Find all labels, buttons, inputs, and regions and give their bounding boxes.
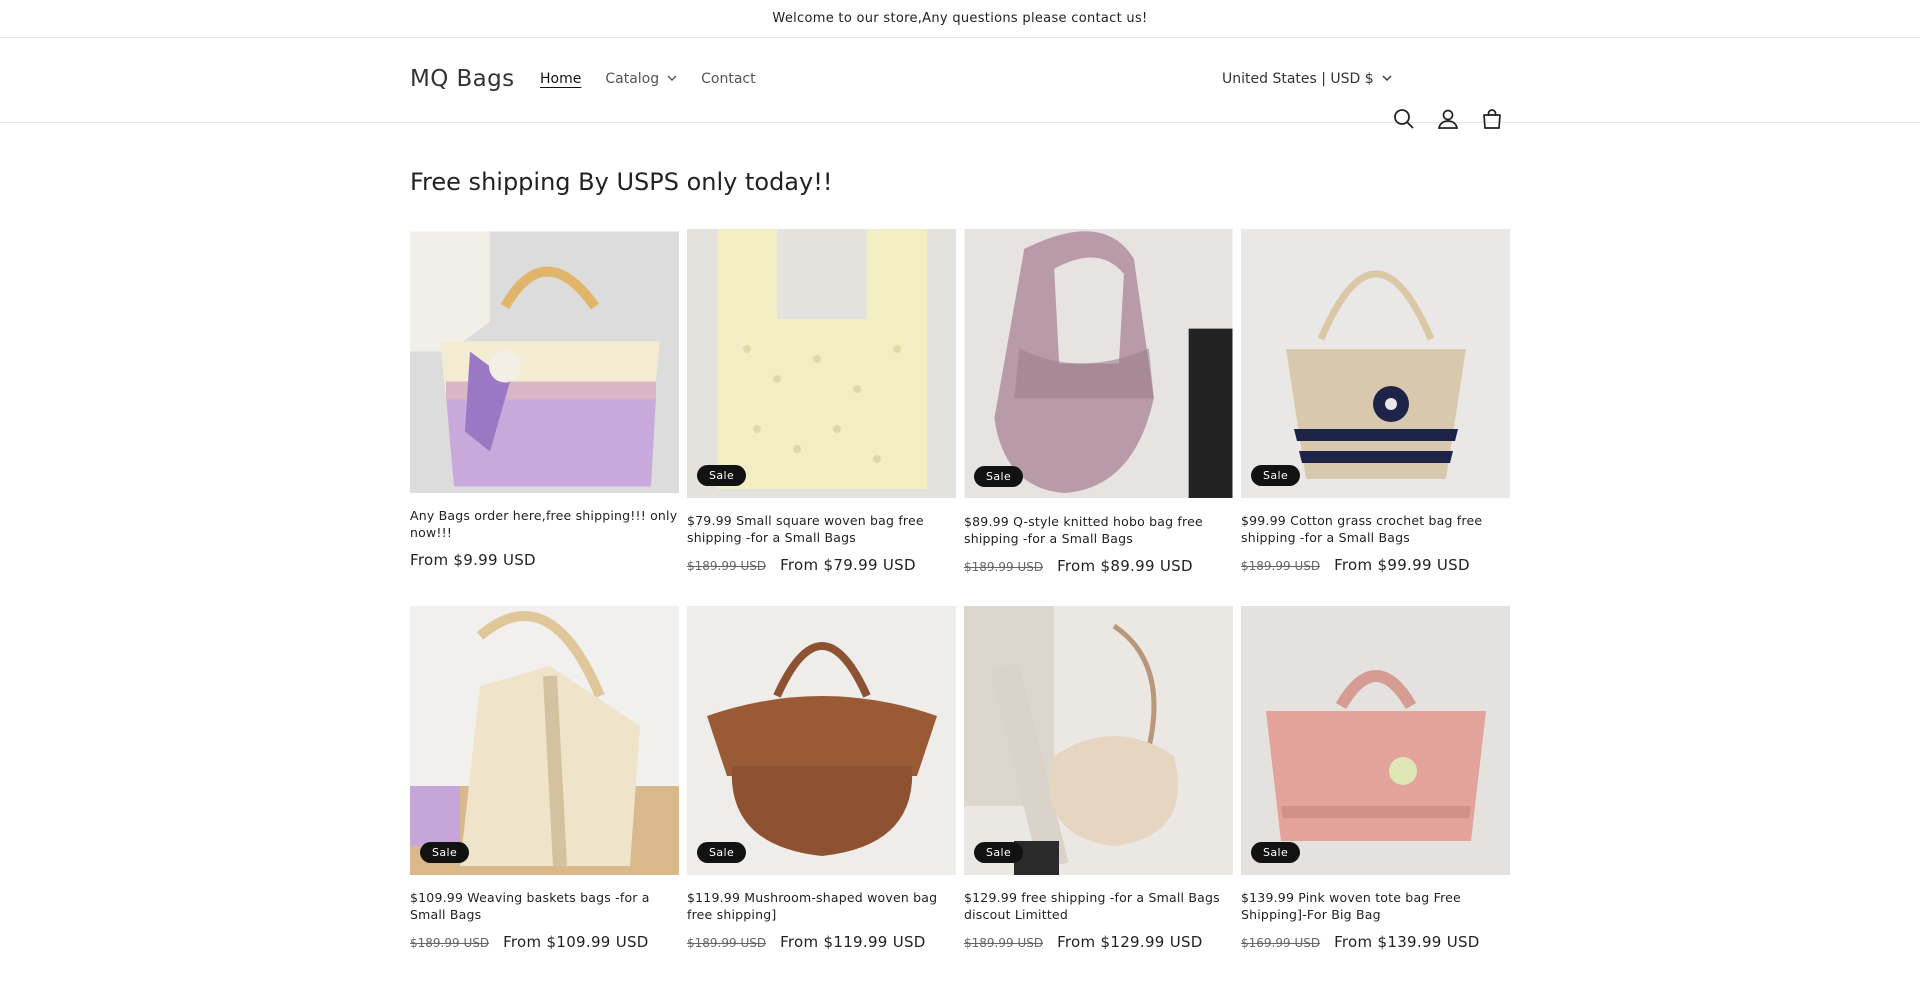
product-title[interactable]: $139.99 Pink woven tote bag Free Shippin… (1241, 889, 1510, 923)
sale-badge: Sale (974, 466, 1024, 487)
collection-heading: Free shipping By USPS only today!! (410, 168, 833, 196)
sale-price: From $9.99 USD (410, 551, 536, 569)
product-image[interactable]: Sale (687, 606, 956, 875)
sale-badge: Sale (1251, 465, 1301, 486)
product-card[interactable]: Sale $79.99 Small square woven bag free … (687, 229, 956, 574)
main-nav: Home Catalog Contact (540, 71, 780, 87)
nav-catalog-label: Catalog (605, 71, 660, 87)
announcement-text: Welcome to our store,Any questions pleas… (772, 11, 1148, 26)
product-image[interactable]: Sale (687, 229, 956, 498)
sale-badge: Sale (974, 842, 1024, 863)
bag-image-purple-crochet (410, 231, 679, 493)
sale-badge: Sale (697, 465, 747, 486)
site-header: MQ Bags Home Catalog Contact United Stat… (0, 38, 1920, 129)
compare-price: $189.99 USD (964, 936, 1044, 950)
product-title[interactable]: $79.99 Small square woven bag free shipp… (687, 512, 956, 546)
product-price: $169.99 USD From $139.99 USD (1241, 933, 1510, 951)
compare-price: $189.99 USD (410, 936, 490, 950)
product-card[interactable]: Sale $109.99 Weaving baskets bags -for a… (410, 606, 679, 951)
search-icon[interactable] (1391, 106, 1417, 132)
sale-price: From $129.99 USD (1057, 933, 1203, 951)
product-card[interactable]: Sale $139.99 Pink woven tote bag Free Sh… (1241, 606, 1510, 951)
product-title[interactable]: $119.99 Mushroom-shaped woven bag free s… (687, 889, 956, 923)
product-title[interactable]: $109.99 Weaving baskets bags -for a Smal… (410, 889, 679, 923)
product-price: From $9.99 USD (410, 551, 679, 569)
product-title[interactable]: Any Bags order here,free shipping!!! onl… (410, 507, 679, 541)
product-image[interactable] (410, 229, 679, 493)
bag-image-fluffy-beige (964, 606, 1233, 875)
compare-price: $189.99 USD (687, 559, 767, 573)
sale-badge: Sale (420, 842, 470, 863)
nav-catalog[interactable]: Catalog (605, 71, 677, 87)
product-image[interactable]: Sale (964, 606, 1233, 875)
compare-price: $189.99 USD (964, 560, 1044, 574)
product-card[interactable]: Sale $99.99 Cotton grass crochet bag fre… (1241, 229, 1510, 574)
country-selector[interactable]: United States | USD $ (1222, 71, 1392, 87)
bag-image-lilac-hobo (964, 229, 1233, 498)
product-card[interactable]: Any Bags order here,free shipping!!! onl… (410, 229, 679, 569)
sale-price: From $79.99 USD (780, 556, 916, 574)
announcement-bar: Welcome to our store,Any questions pleas… (0, 0, 1920, 38)
chevron-down-icon (1382, 74, 1392, 85)
bag-image-cream-square (687, 229, 956, 498)
account-icon[interactable] (1435, 106, 1461, 132)
bag-image-pink-tote (1241, 606, 1510, 875)
product-image[interactable]: Sale (964, 229, 1233, 499)
sale-price: From $89.99 USD (1057, 557, 1193, 575)
sale-badge: Sale (697, 842, 747, 863)
compare-price: $169.99 USD (1241, 936, 1321, 950)
store-logo[interactable]: MQ Bags (410, 66, 515, 92)
sale-price: From $109.99 USD (503, 933, 649, 951)
bag-image-cotton-crochet (1241, 229, 1510, 498)
nav-contact[interactable]: Contact (701, 71, 755, 87)
chevron-down-icon (667, 74, 677, 85)
product-image[interactable]: Sale (1241, 229, 1510, 498)
country-label: United States | USD $ (1222, 71, 1374, 87)
product-card[interactable]: Sale $119.99 Mushroom-shaped woven bag f… (687, 606, 956, 951)
product-title[interactable]: $89.99 Q-style knitted hobo bag free shi… (964, 513, 1233, 547)
product-title[interactable]: $129.99 free shipping -for a Small Bags … (964, 889, 1233, 923)
compare-price: $189.99 USD (687, 936, 767, 950)
product-card[interactable]: Sale $129.99 free shipping -for a Small … (964, 606, 1233, 951)
product-image[interactable]: Sale (410, 606, 679, 875)
product-card[interactable]: Sale $89.99 Q-style knitted hobo bag fre… (964, 229, 1233, 575)
product-image[interactable]: Sale (1241, 606, 1510, 875)
product-price: $189.99 USD From $129.99 USD (964, 933, 1233, 951)
sale-badge: Sale (1251, 842, 1301, 863)
product-price: $189.99 USD From $119.99 USD (687, 933, 956, 951)
cart-icon[interactable] (1479, 106, 1505, 132)
product-price: $189.99 USD From $109.99 USD (410, 933, 679, 951)
compare-price: $189.99 USD (1241, 559, 1321, 573)
nav-home[interactable]: Home (540, 71, 581, 87)
product-price: $189.99 USD From $89.99 USD (964, 557, 1233, 575)
bag-image-mushroom-brown (687, 606, 956, 875)
bag-image-weaving-basket (410, 606, 679, 875)
product-price: $189.99 USD From $79.99 USD (687, 556, 956, 574)
sale-price: From $119.99 USD (780, 933, 926, 951)
product-title[interactable]: $99.99 Cotton grass crochet bag free shi… (1241, 512, 1510, 546)
sale-price: From $99.99 USD (1334, 556, 1470, 574)
sale-price: From $139.99 USD (1334, 933, 1480, 951)
product-price: $189.99 USD From $99.99 USD (1241, 556, 1510, 574)
